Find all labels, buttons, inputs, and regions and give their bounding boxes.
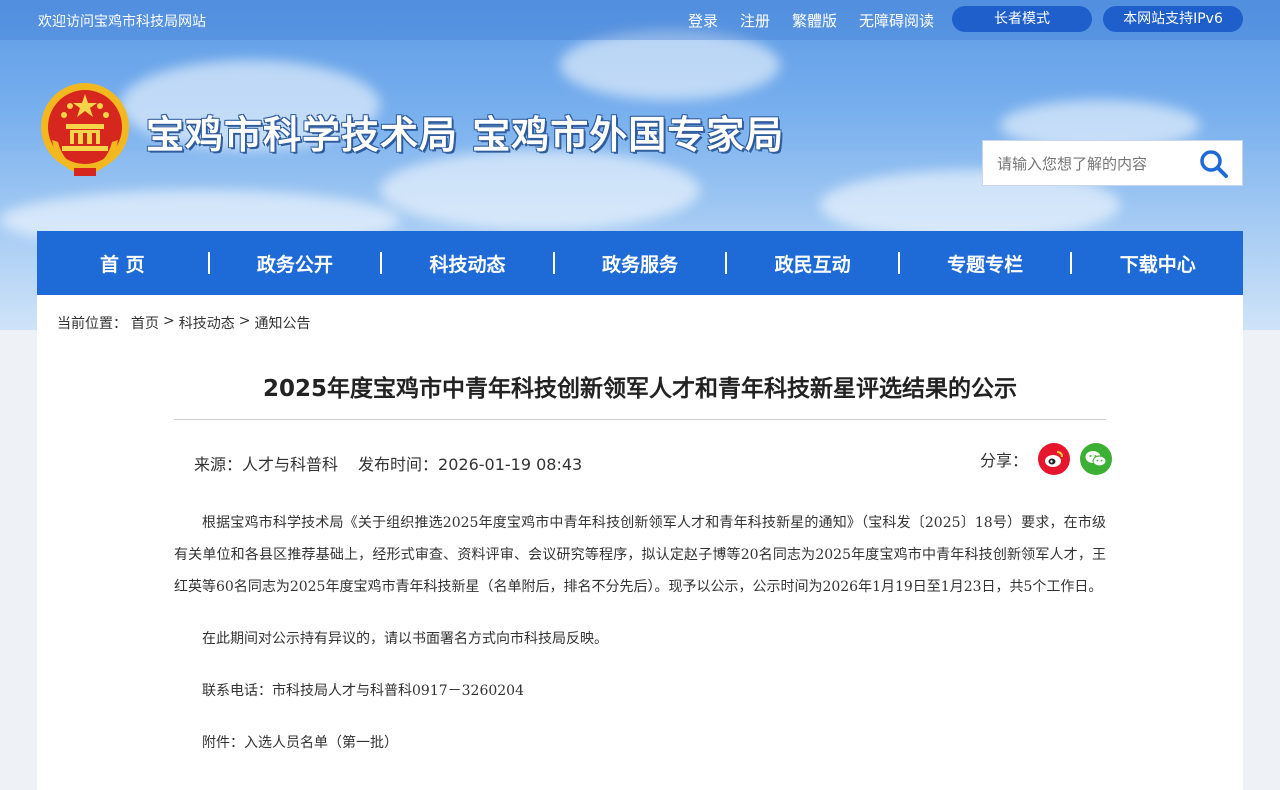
cloud-decoration — [380, 150, 700, 230]
date-label: 发布时间： — [358, 455, 439, 474]
breadcrumb-separator: > — [238, 313, 251, 329]
nav-public-interaction[interactable]: 政民互动 — [727, 250, 898, 277]
breadcrumb-separator: > — [163, 313, 175, 329]
welcome-text: 欢迎访问宝鸡市科技局网站 — [38, 14, 206, 30]
main-nav: 首 页 政务公开 科技动态 政务服务 政民互动 专题专栏 下载中心 — [37, 231, 1243, 295]
article-date: 发布时间：2026-01-19 08:43 — [358, 451, 582, 475]
weibo-icon[interactable] — [1038, 443, 1071, 475]
cloud-decoration — [560, 30, 780, 100]
breadcrumb-prefix: 当前位置： — [57, 316, 127, 332]
wechat-glyph — [1085, 451, 1107, 467]
search-icon[interactable] — [1198, 148, 1230, 180]
breadcrumb-home[interactable]: 首页 — [131, 313, 159, 333]
attachment-link[interactable]: 附件：入选人员名单（第一批） — [174, 727, 1106, 759]
date-value: 2026-01-19 08:43 — [438, 455, 583, 474]
article-title: 2025年度宝鸡市中青年科技创新领军人才和青年科技新星评选结果的公示 — [262, 376, 1017, 402]
article-paragraph: 在此期间对公示持有异议的，请以书面署名方式向市科技局反映。 — [202, 631, 608, 647]
breadcrumb: 当前位置： 首页 > 科技动态 > 通知公告 — [57, 313, 310, 333]
accessibility-link[interactable]: 无障碍阅读 — [859, 10, 934, 31]
register-link[interactable]: 注册 — [740, 10, 770, 31]
title-divider — [174, 419, 1106, 420]
wechat-icon[interactable] — [1080, 443, 1113, 475]
nav-government-affairs[interactable]: 政务公开 — [210, 250, 381, 277]
source-value: 人才与科普科 — [242, 455, 339, 474]
nav-government-services[interactable]: 政务服务 — [555, 250, 726, 277]
source-label: 来源： — [194, 455, 243, 474]
ipv6-badge[interactable]: 本网站支持IPv6 — [1103, 6, 1243, 32]
nav-download-center[interactable]: 下载中心 — [1072, 250, 1243, 277]
login-link[interactable]: 登录 — [688, 10, 718, 31]
article-meta: 来源：人才与科普科 发布时间：2026-01-19 08:43 — [194, 451, 582, 475]
share-bar: 分享： — [980, 443, 1113, 475]
nav-special-topics[interactable]: 专题专栏 — [900, 250, 1071, 277]
nav-home[interactable]: 首 页 — [37, 250, 208, 277]
elder-mode-button[interactable]: 长者模式 — [952, 6, 1092, 32]
main-content: 当前位置： 首页 > 科技动态 > 通知公告 2025年度宝鸡市中青年科技创新领… — [37, 295, 1243, 790]
contact-phone: 联系电话：市科技局人才与科普科0917－3260204 — [202, 683, 524, 699]
weibo-glyph — [1045, 451, 1064, 467]
share-label: 分享： — [980, 451, 1029, 470]
breadcrumb-notices[interactable]: 通知公告 — [254, 313, 310, 333]
article-source: 来源：人才与科普科 — [194, 451, 338, 475]
article-body: 根据宝鸡市科学技术局《关于组织推选2025年度宝鸡市中青年科技创新领军人才和青年… — [174, 507, 1106, 779]
breadcrumb-tech-news[interactable]: 科技动态 — [179, 313, 235, 333]
nav-tech-news[interactable]: 科技动态 — [382, 250, 553, 277]
search-input[interactable] — [997, 153, 1187, 175]
article-paragraph: 根据宝鸡市科学技术局《关于组织推选2025年度宝鸡市中青年科技创新领军人才和青年… — [174, 515, 1106, 595]
national-emblem-icon — [41, 83, 129, 176]
search-box — [982, 140, 1243, 186]
site-title: 宝鸡市科学技术局 宝鸡市外国专家局 — [146, 113, 785, 157]
top-links: 登录 注册 繁體版 无障碍阅读 — [688, 10, 934, 31]
traditional-chinese-link[interactable]: 繁體版 — [792, 10, 837, 31]
